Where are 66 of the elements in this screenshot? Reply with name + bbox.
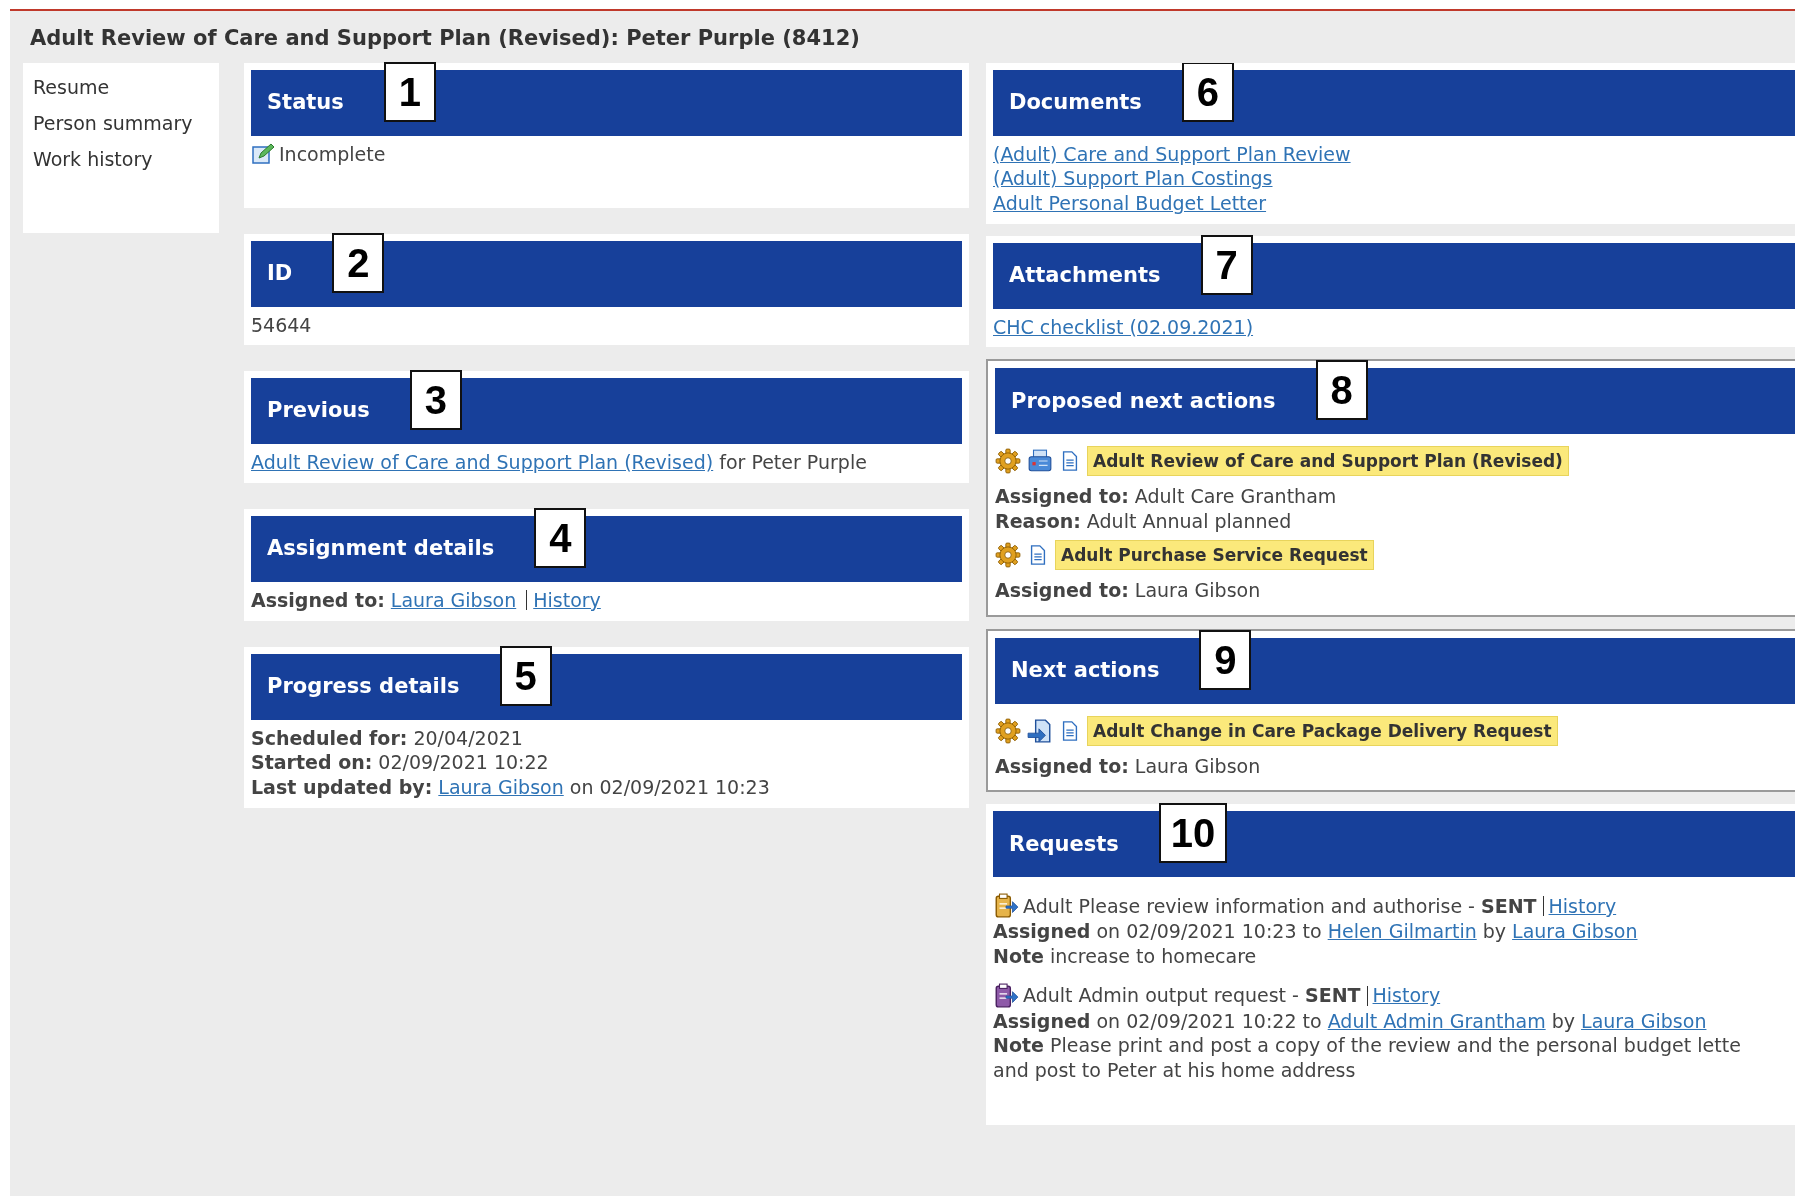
history-link[interactable]: History: [1548, 893, 1617, 919]
status-text: Incomplete: [279, 141, 386, 167]
callout-number: 10: [1158, 803, 1228, 864]
detail-text: Assigned to: Laura Gibson: [995, 577, 1262, 603]
note-text: Note Please print and post a copy of the review and the personal budget lette: [993, 1033, 1742, 1059]
page-title: Adult Review of Care and Support Plan (Revised): Peter Purple (8412): [29, 25, 861, 52]
history-link[interactable]: History: [1372, 983, 1441, 1008]
callout-number: 7: [1200, 234, 1253, 295]
detail-text: Assigned to: Adult Care Grantham: [995, 484, 1338, 510]
panel-title: Attachments: [1009, 261, 1161, 289]
assignment-text: Assigned on 02/09/2021 10:22 to Adult Admin Grantham by Laura Gibson: [993, 1008, 1708, 1034]
panel-title: Requests: [1009, 830, 1119, 858]
assignee-link[interactable]: Laura Gibson: [390, 587, 517, 613]
gear-icon[interactable]: [995, 541, 1021, 568]
panel-title: Next actions: [1011, 656, 1160, 684]
callout-number: 1: [383, 61, 436, 122]
detail-text: Reason: Adult Annual planned: [995, 509, 1293, 534]
panel-title: Previous: [267, 397, 370, 425]
panel-title: ID: [267, 259, 293, 287]
edit-icon[interactable]: [251, 142, 275, 167]
clipboard-arrow-icon[interactable]: [993, 982, 1019, 1009]
action-tag[interactable]: Adult Purchase Service Request: [1055, 539, 1374, 570]
panel-title: Proposed next actions: [1011, 387, 1276, 415]
last-updated-text: Last updated by: Laura Gibson on 02/09/2021 10:23: [251, 774, 771, 800]
updated-by-link[interactable]: Laura Gibson: [438, 775, 564, 798]
callout-number: 5: [499, 645, 552, 706]
document-link[interactable]: (Adult) Support Plan Costings: [993, 167, 1273, 190]
assigner-link[interactable]: Laura Gibson: [1581, 1009, 1707, 1032]
assignee-link[interactable]: Helen Gilmartin: [1327, 920, 1477, 943]
panel-title: Status: [267, 88, 344, 116]
panel-title: Documents: [1009, 88, 1142, 116]
clipboard-arrow-icon[interactable]: [993, 893, 1019, 920]
assignee-link[interactable]: Adult Admin Grantham: [1327, 1009, 1546, 1032]
gear-icon[interactable]: [995, 448, 1021, 475]
document-link[interactable]: CHC checklist (02.09.2021): [993, 315, 1254, 338]
sidebar-item[interactable]: Resume: [33, 68, 209, 105]
sidebar-item[interactable]: Person summary: [33, 104, 209, 141]
callout-number: 2: [332, 232, 385, 293]
detail-text: Assigned to: Laura Gibson: [995, 753, 1262, 779]
gear-icon[interactable]: [995, 717, 1021, 744]
action-tag[interactable]: Adult Review of Care and Support Plan (Revised): [1087, 446, 1569, 477]
callout-number: 6: [1181, 62, 1234, 122]
panel-title: Assignment details: [267, 535, 495, 563]
note-text: and post to Peter at his home address: [993, 1058, 1357, 1083]
document-arrow-icon[interactable]: [1027, 717, 1053, 744]
detail-text: Started on: 02/09/2021 10:22: [251, 750, 550, 775]
history-link[interactable]: History: [533, 587, 601, 613]
previous-link[interactable]: Adult Review of Care and Support Plan (Revised): [251, 451, 714, 474]
detail-text: Scheduled for: 20/04/2021: [251, 725, 524, 751]
sidebar-item[interactable]: Work history: [33, 140, 209, 177]
panel-title: Progress details: [267, 672, 460, 700]
callout-number: 3: [409, 370, 462, 431]
callout-number: 8: [1315, 360, 1368, 421]
id-text: 54644: [251, 312, 313, 338]
assigned-label: Assigned to:: [251, 587, 385, 613]
callout-number: 4: [534, 507, 587, 568]
document-link[interactable]: Adult Personal Budget Letter: [993, 191, 1267, 214]
action-tag[interactable]: Adult Change in Care Package Delivery Request: [1087, 715, 1558, 746]
assigner-link[interactable]: Laura Gibson: [1512, 920, 1638, 943]
request-title: Adult Please review information and authorise - SENT: [1023, 893, 1537, 919]
callout-number: 9: [1199, 629, 1252, 690]
assignment-text: Assigned on 02/09/2021 10:23 to Helen Gilmartin by Laura Gibson: [993, 919, 1639, 944]
request-title: Adult Admin output request - SENT: [1023, 983, 1361, 1008]
document-link[interactable]: (Adult) Care and Support Plan Review: [993, 142, 1351, 165]
note-text: Note increase to homecare: [993, 943, 1258, 969]
previous-text: Adult Review of Care and Support Plan (Revised) for Peter Purple: [251, 450, 868, 475]
